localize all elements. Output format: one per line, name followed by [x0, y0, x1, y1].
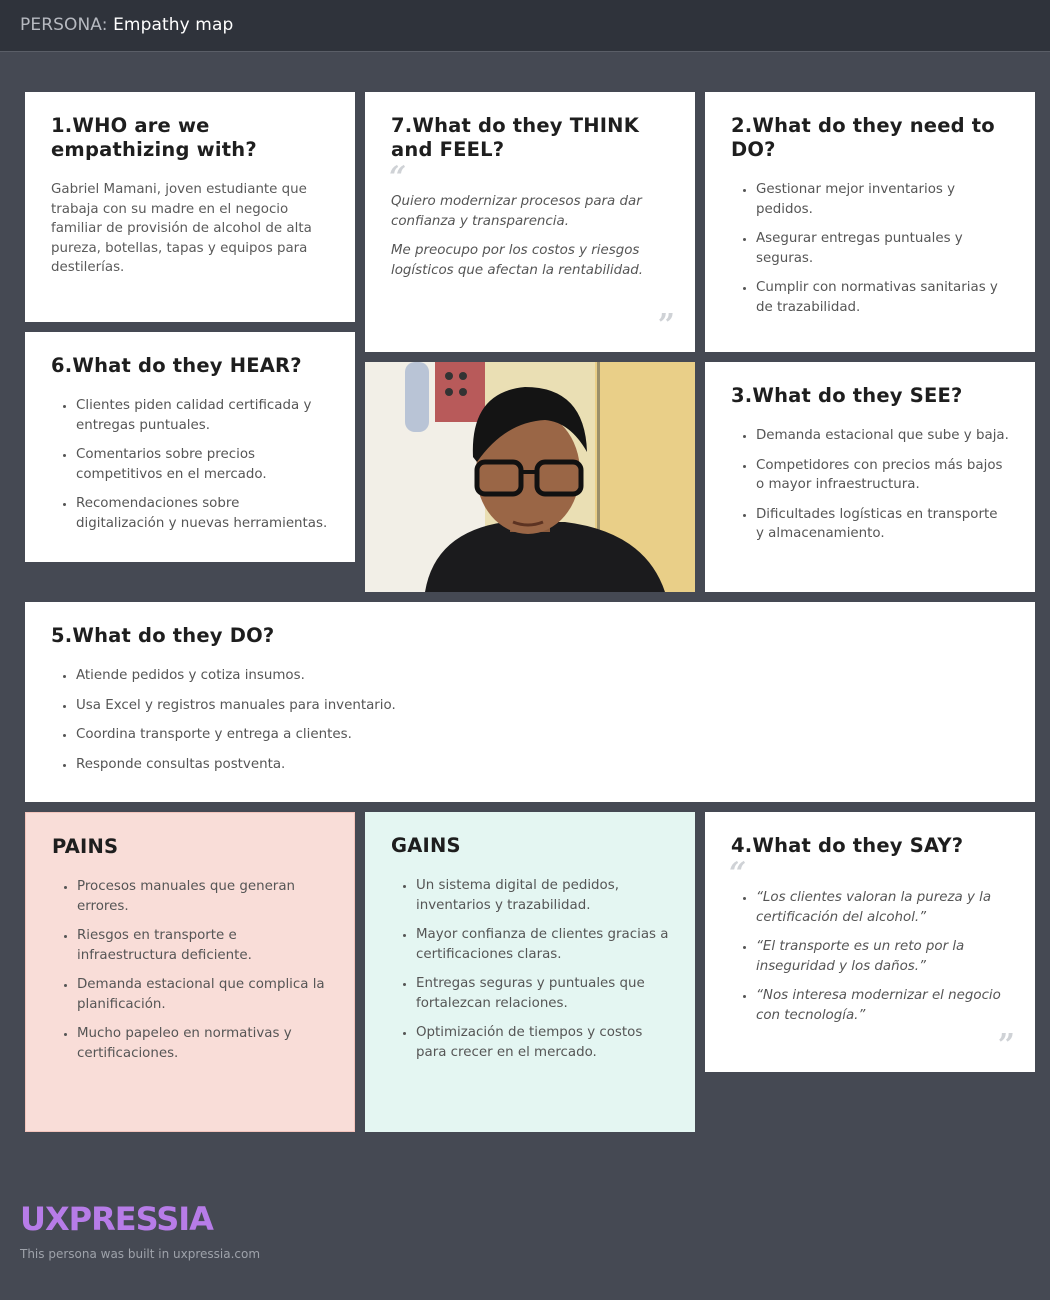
list-item: Optimización de tiempos y costos para cr… — [416, 1023, 669, 1062]
card-gains: GAINS Un sistema digital de pedidos, inv… — [365, 812, 695, 1132]
card-do: 5.What do they DO? Atiende pedidos y cot… — [25, 602, 1035, 802]
card-who-text: Gabriel Mamani, joven estudiante que tra… — [51, 182, 312, 275]
list-item: Clientes piden calidad certificada y ent… — [76, 396, 329, 435]
card-gains-heading: GAINS — [391, 834, 461, 857]
think-quote: Me preocupo por los costos y riesgos log… — [391, 243, 644, 278]
list-item: Comentarios sobre precios competitivos e… — [76, 445, 329, 484]
card-see-heading: 3.What do they SEE? — [731, 384, 963, 407]
list-item: Recomendaciones sobre digitalización y n… — [76, 494, 329, 533]
list-item: Gestionar mejor inventarios y pedidos. — [756, 180, 1009, 219]
footer-note: This persona was built in uxpressia.com — [20, 1247, 261, 1261]
list-item: Demanda estacional que sube y baja. — [756, 426, 1009, 446]
list-item: “Nos interesa modernizar el negocio con … — [756, 986, 1009, 1025]
gains-list: Un sistema digital de pedidos, inventari… — [391, 876, 669, 1062]
title-prefix: PERSONA: — [20, 15, 108, 35]
list-item: Entregas seguras y puntuales que fortale… — [416, 974, 669, 1013]
card-see: 3.What do they SEE? Demanda estacional q… — [705, 362, 1035, 592]
list-item: Coordina transporte y entrega a clientes… — [76, 725, 1009, 745]
card-pains: PAINS Procesos manuales que generan erro… — [25, 812, 355, 1132]
think-quote: Quiero modernizar procesos para dar conf… — [391, 194, 642, 229]
list-item: Procesos manuales que generan errores. — [77, 877, 328, 916]
persona-photo — [365, 362, 695, 592]
list-item: “Los clientes valoran la pureza y la cer… — [756, 888, 1009, 927]
do-list: Atiende pedidos y cotiza insumos. Usa Ex… — [51, 666, 1009, 774]
list-item: Dificultades logísticas en transporte y … — [756, 505, 1009, 544]
card-who: 1.WHO are we empathizing with? Gabriel M… — [25, 92, 355, 322]
pains-list: Procesos manuales que generan errores. R… — [52, 877, 328, 1063]
card-need-heading: 2.What do they need to DO? — [731, 114, 995, 161]
see-list: Demanda estacional que sube y baja. Comp… — [731, 426, 1009, 544]
close-quote-icon: ” — [657, 308, 675, 343]
title-text: Empathy map — [113, 15, 234, 35]
card-say: 4.What do they SAY? “ “Los clientes valo… — [705, 812, 1035, 1072]
open-quote-icon: “ — [729, 856, 747, 891]
card-think-heading: 7.What do they THINK and FEEL? — [391, 114, 640, 161]
top-bar: PERSONA: Empathy map — [0, 0, 1050, 52]
say-list: “Los clientes valoran la pureza y la cer… — [731, 888, 1009, 1025]
uxpressia-logo[interactable]: UXPRESSIA — [20, 1200, 214, 1238]
persona-photo-illustration — [365, 362, 695, 592]
list-item: Competidores con precios más bajos o may… — [756, 456, 1009, 495]
card-who-heading: 1.WHO are we empathizing with? — [51, 114, 257, 161]
list-item: Demanda estacional que complica la plani… — [77, 975, 328, 1014]
close-quote-icon: ” — [997, 1028, 1015, 1063]
card-hear-heading: 6.What do they HEAR? — [51, 354, 302, 377]
list-item: Cumplir con normativas sanitarias y de t… — [756, 278, 1009, 317]
card-need-to-do: 2.What do they need to DO? Gestionar mej… — [705, 92, 1035, 352]
list-item: Asegurar entregas puntuales y seguras. — [756, 229, 1009, 268]
list-item: Responde consultas postventa. — [76, 755, 1009, 775]
list-item: Atiende pedidos y cotiza insumos. — [76, 666, 1009, 686]
card-think-feel: 7.What do they THINK and FEEL? “ Quiero … — [365, 92, 695, 352]
card-say-heading: 4.What do they SAY? — [731, 834, 964, 857]
card-hear: 6.What do they HEAR? Clientes piden cali… — [25, 332, 355, 562]
list-item: Mucho papeleo en normativas y certificac… — [77, 1024, 328, 1063]
list-item: Usa Excel y registros manuales para inve… — [76, 696, 1009, 716]
list-item: Riesgos en transporte e infraestructura … — [77, 926, 328, 965]
card-do-heading: 5.What do they DO? — [51, 624, 275, 647]
card-pains-heading: PAINS — [52, 835, 119, 858]
open-quote-icon: “ — [389, 160, 407, 195]
hear-list: Clientes piden calidad certificada y ent… — [51, 396, 329, 533]
page-title: PERSONA: Empathy map — [20, 15, 233, 35]
list-item: “El transporte es un reto por la insegur… — [756, 937, 1009, 976]
list-item: Mayor confianza de clientes gracias a ce… — [416, 925, 669, 964]
need-list: Gestionar mejor inventarios y pedidos. A… — [731, 180, 1009, 317]
list-item: Un sistema digital de pedidos, inventari… — [416, 876, 669, 915]
